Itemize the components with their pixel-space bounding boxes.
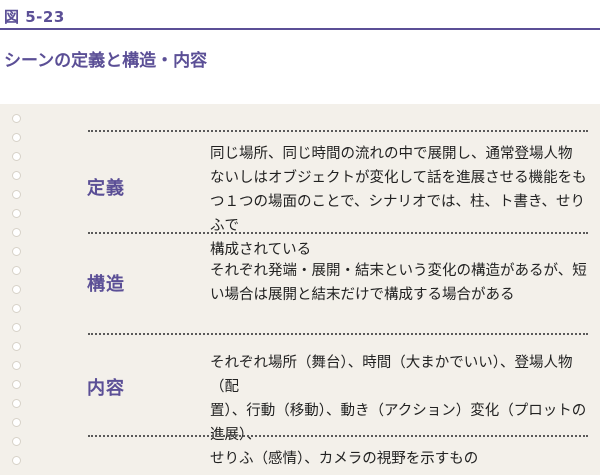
- row-text-definition: 同じ場所、同じ時間の流れの中で展開し、通常登場人物 ないしはオブジェクトが変化し…: [210, 146, 587, 258]
- binder-hole: [12, 285, 21, 294]
- row-label-structure: 構造: [87, 274, 125, 295]
- binder-hole: [12, 399, 21, 408]
- binder-hole: [12, 190, 21, 199]
- figure-title: シーンの定義と構造・内容: [4, 51, 208, 71]
- header-rule: [0, 28, 600, 30]
- binder-hole: [12, 209, 21, 218]
- row-text-structure: それぞれ発端・展開・結末という変化の構造があるが、短 い場合は展開と結末だけで構…: [210, 263, 587, 303]
- binder-hole: [12, 342, 21, 351]
- binder-hole: [12, 304, 21, 313]
- row-text-content: それぞれ場所（舞台）、時間（大まかでいい）、登場人物（配 置）、行動（移動）、動…: [210, 355, 587, 467]
- binder-hole: [12, 266, 21, 275]
- binder-hole: [12, 380, 21, 389]
- figure-page: 図 5-23 シーンの定義と構造・内容 定義 同じ場所、同じ時間の流れの中で展開…: [0, 0, 600, 475]
- row-separator: [88, 435, 588, 437]
- row-label-content: 内容: [87, 378, 125, 399]
- row-separator: [88, 333, 588, 335]
- row-separator: [88, 130, 588, 132]
- notebook-panel: 定義 同じ場所、同じ時間の流れの中で展開し、通常登場人物 ないしはオブジェクトが…: [0, 104, 600, 475]
- binder-hole: [12, 437, 21, 446]
- binder-hole: [12, 323, 21, 332]
- binder-hole: [12, 171, 21, 180]
- binder-hole: [12, 133, 21, 142]
- binder-hole: [12, 114, 21, 123]
- binder-hole: [12, 361, 21, 370]
- figure-label: 図 5-23: [4, 8, 65, 26]
- binder-hole: [12, 228, 21, 237]
- binder-hole: [12, 247, 21, 256]
- row-separator: [88, 232, 588, 234]
- binder-hole: [12, 418, 21, 427]
- row-label-definition: 定義: [87, 178, 125, 199]
- binder-hole: [12, 456, 21, 465]
- binder-hole: [12, 152, 21, 161]
